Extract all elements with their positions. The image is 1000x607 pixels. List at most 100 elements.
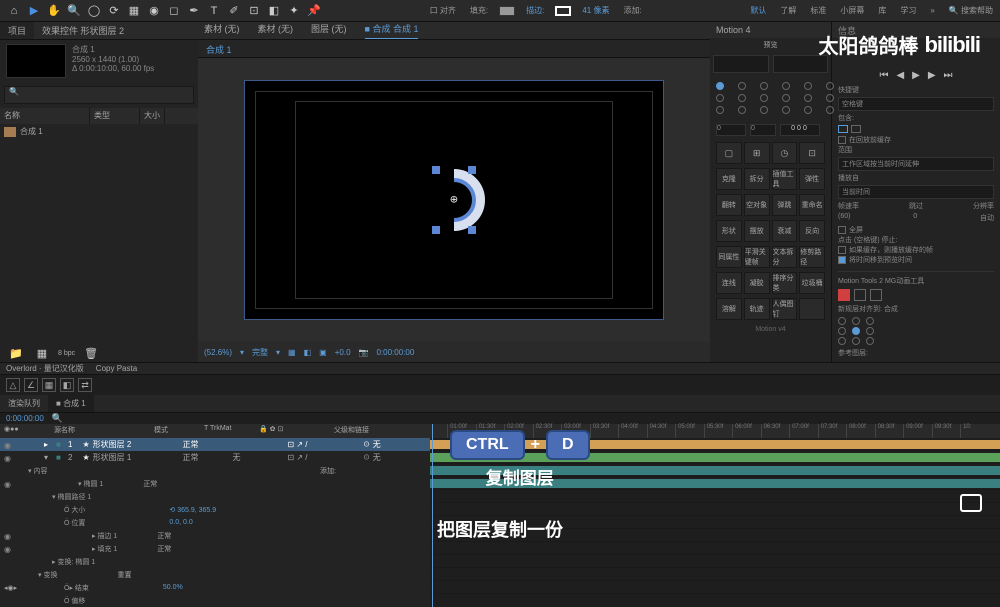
- anchor-dot[interactable]: [782, 94, 790, 102]
- next-frame-icon[interactable]: ▶: [928, 70, 936, 81]
- col-size[interactable]: 大小: [140, 108, 165, 124]
- current-time-field[interactable]: 当前时间: [838, 185, 994, 199]
- nav-comp[interactable]: ■ 合成 合成 1: [365, 22, 419, 39]
- orbit-tool-icon[interactable]: ◯: [85, 2, 103, 20]
- viewer-mask-icon[interactable]: ◧: [304, 348, 312, 357]
- anchor-dot[interactable]: [782, 106, 790, 114]
- selection-tool-icon[interactable]: ▶: [25, 2, 43, 20]
- range-center[interactable]: 000: [780, 124, 820, 136]
- prev-frame-icon[interactable]: ◀: [896, 70, 904, 81]
- project-search[interactable]: 🔍: [4, 86, 194, 104]
- tool-rename[interactable]: 重命名: [799, 194, 825, 216]
- playhead[interactable]: [432, 424, 433, 607]
- nav-footage-2[interactable]: 素材 (无): [258, 22, 294, 39]
- tool-elastic[interactable]: 弹性: [799, 168, 825, 190]
- work-area-field[interactable]: 工作区域按当前时间延伸: [838, 157, 994, 171]
- tool-same-prop[interactable]: 同属性: [716, 246, 742, 268]
- align-dot[interactable]: [866, 327, 874, 335]
- puppet-tool-icon[interactable]: 📌: [305, 2, 323, 20]
- tool-icon-1[interactable]: ▢: [716, 142, 742, 164]
- workspace-library[interactable]: 库: [875, 5, 889, 16]
- anchor-dot[interactable]: [738, 106, 746, 114]
- align-dot[interactable]: [866, 317, 874, 325]
- search-help[interactable]: 🔍 搜索帮助: [946, 5, 996, 16]
- viewer-timecode[interactable]: 0:00:00:00: [377, 348, 415, 357]
- roto-tool-icon[interactable]: ✦: [285, 2, 303, 20]
- zoom-level[interactable]: (52.6%): [204, 348, 232, 357]
- range-start[interactable]: 0: [716, 124, 746, 136]
- color-swatch[interactable]: [870, 289, 882, 301]
- new-comp-icon[interactable]: ▦: [33, 344, 51, 362]
- tool-icon-3[interactable]: ◷: [772, 142, 798, 164]
- snap-toggle[interactable]: 口 对齐: [427, 5, 459, 16]
- anchor-dot[interactable]: [782, 82, 790, 90]
- visibility-icon[interactable]: ◉: [4, 454, 12, 462]
- visibility-icon[interactable]: ◉: [4, 441, 12, 449]
- zoom-tool-icon[interactable]: 🔍: [65, 2, 83, 20]
- audio-icon[interactable]: [838, 125, 848, 133]
- ov-shape-icon[interactable]: △: [6, 378, 20, 392]
- align-dot[interactable]: [838, 337, 846, 345]
- motion-tab-icon[interactable]: [713, 55, 769, 73]
- timeline-search[interactable]: 🔍: [52, 413, 63, 424]
- viewer-grid-icon[interactable]: ▦: [288, 348, 296, 357]
- first-frame-icon[interactable]: ⏮: [879, 70, 888, 81]
- composition-canvas[interactable]: ⊕: [244, 80, 664, 320]
- align-dot[interactable]: [852, 337, 860, 345]
- ov-path-icon[interactable]: ∠: [24, 378, 38, 392]
- anchor-point-icon[interactable]: ⊕: [450, 195, 458, 206]
- move-time-checkbox[interactable]: [838, 256, 846, 264]
- viewer-comp-tab[interactable]: 合成 1: [198, 40, 240, 57]
- comp-thumbnail[interactable]: [6, 44, 66, 78]
- viewer-channel-icon[interactable]: ▣: [319, 348, 327, 357]
- tool-falloff[interactable]: 衰减: [772, 220, 798, 242]
- workspace-study[interactable]: 学习: [897, 5, 919, 16]
- text-tool-icon[interactable]: T: [205, 2, 223, 20]
- exposure[interactable]: +0.0: [335, 348, 351, 357]
- workspace-learn[interactable]: 了解: [777, 5, 799, 16]
- nav-footage-1[interactable]: 素材 (无): [204, 22, 240, 39]
- shape-tool-icon[interactable]: ◻: [165, 2, 183, 20]
- layer-row-2[interactable]: ◉ ▾■2 ★形状图层 1 正常 无⊡ ↗ / ☉ 无: [0, 451, 430, 464]
- shape-layer-artwork[interactable]: ⊕: [422, 168, 486, 232]
- rotate-tool-icon[interactable]: ⟳: [105, 2, 123, 20]
- camera-tool-icon[interactable]: ▦: [125, 2, 143, 20]
- trash-icon[interactable]: 🗑: [82, 344, 100, 362]
- tool-puppet-pin[interactable]: 人偶图钉: [772, 298, 798, 320]
- col-name[interactable]: 名称: [0, 108, 90, 124]
- fullscreen-checkbox[interactable]: [838, 226, 846, 234]
- resolution-dropdown[interactable]: 完整: [252, 347, 268, 358]
- col-type[interactable]: 类型: [90, 108, 140, 124]
- pan-behind-tool-icon[interactable]: ◉: [145, 2, 163, 20]
- anchor-dot[interactable]: [804, 106, 812, 114]
- align-dot[interactable]: [852, 317, 860, 325]
- cache-checkbox[interactable]: [838, 136, 846, 144]
- col-parent[interactable]: 父级和链接: [330, 424, 373, 438]
- snapshot-icon[interactable]: 📷: [359, 348, 369, 357]
- shortcut-field[interactable]: 空格键: [838, 97, 994, 111]
- col-source[interactable]: 源名称: [50, 424, 150, 438]
- handle-top-right[interactable]: [468, 166, 476, 174]
- tool-flip[interactable]: 翻转: [716, 194, 742, 216]
- tool-text-split[interactable]: 文本拆分: [772, 246, 798, 268]
- hand-tool-icon[interactable]: ✋: [45, 2, 63, 20]
- anchor-dot[interactable]: [760, 82, 768, 90]
- overlord-tab[interactable]: Overlord · 量记汉化版: [6, 363, 84, 374]
- timeline-comp-tab[interactable]: ■ 合成 1: [48, 395, 94, 412]
- copypasta-tab[interactable]: Copy Pasta: [96, 364, 137, 373]
- range-end[interactable]: 0: [750, 124, 776, 136]
- bpc-label[interactable]: 8 bpc: [58, 350, 75, 357]
- tool-dissolve[interactable]: 溶解: [716, 298, 742, 320]
- render-queue-tab[interactable]: 渲染队列: [0, 395, 48, 412]
- folder-icon[interactable]: 📁: [7, 344, 25, 362]
- tool-sort[interactable]: 排序分类: [772, 272, 798, 294]
- pen-tool-icon[interactable]: ✒: [185, 2, 203, 20]
- ov-layer-icon[interactable]: ◧: [60, 378, 74, 392]
- ov-grid-icon[interactable]: ▦: [42, 378, 56, 392]
- brush-tool-icon[interactable]: ✐: [225, 2, 243, 20]
- tool-icon-2[interactable]: ⊞: [744, 142, 770, 164]
- tool-clone[interactable]: 克隆: [716, 168, 742, 190]
- anchor-dot[interactable]: [804, 94, 812, 102]
- anchor-dot[interactable]: [716, 94, 724, 102]
- anchor-dot[interactable]: [716, 106, 724, 114]
